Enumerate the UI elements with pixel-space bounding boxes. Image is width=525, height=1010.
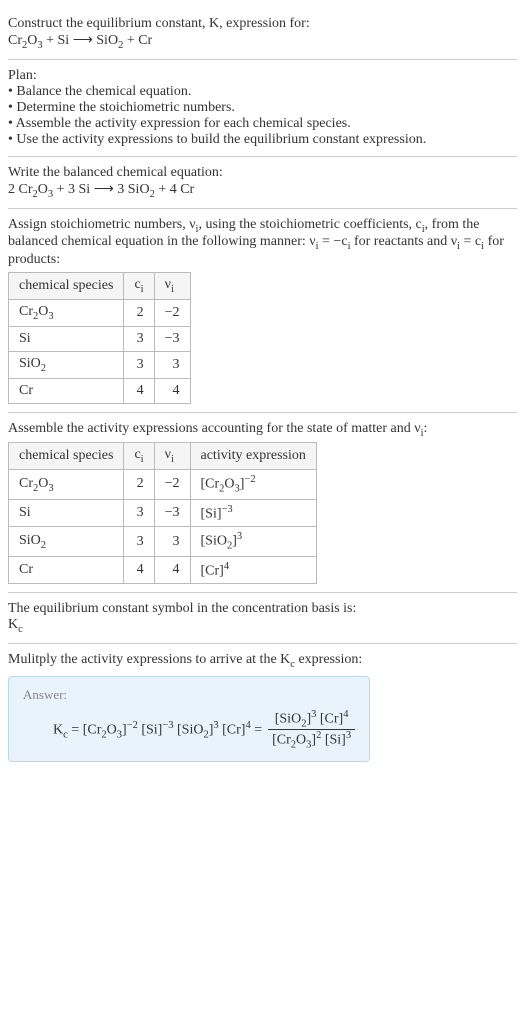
cell-species: Cr bbox=[9, 556, 124, 584]
cell-ci: 3 bbox=[124, 351, 154, 378]
col-species: chemical species bbox=[9, 273, 124, 300]
table-header-row: chemical species ci νi bbox=[9, 273, 191, 300]
cell-ci: 4 bbox=[124, 556, 154, 584]
intro-section: Construct the equilibrium constant, K, e… bbox=[8, 8, 517, 60]
kc-expression: Kc = [Cr2O3]−2 [Si]−3 [SiO2]3 [Cr]4 = [S… bbox=[23, 709, 355, 751]
cell-species: SiO2 bbox=[9, 351, 124, 378]
plan-title: Plan: bbox=[8, 68, 517, 84]
answer-label: Answer: bbox=[23, 687, 355, 703]
answer-box: Answer: Kc = [Cr2O3]−2 [Si]−3 [SiO2]3 [C… bbox=[8, 676, 370, 762]
balanced-reaction: 2 Cr2O3 + 3 Si ⟶ 3 SiO2 + 4 Cr bbox=[8, 181, 517, 200]
col-vi: νi bbox=[154, 273, 190, 300]
cell-ci: 3 bbox=[124, 527, 154, 556]
cell-ci: 3 bbox=[124, 499, 154, 527]
cell-activity: [Si]−3 bbox=[190, 499, 316, 527]
stoich-section: Assign stoichiometric numbers, νi, using… bbox=[8, 209, 517, 413]
kc-lhs: Kc = [Cr2O3]−2 [Si]−3 [SiO2]3 [Cr]4 = bbox=[53, 720, 262, 740]
cell-activity: [SiO2]3 bbox=[190, 527, 316, 556]
activity-section: Assemble the activity expressions accoun… bbox=[8, 413, 517, 594]
kc-fraction: [SiO2]3 [Cr]4 [Cr2O3]2 [Si]3 bbox=[268, 709, 355, 751]
cell-species: SiO2 bbox=[9, 527, 124, 556]
cell-vi: 3 bbox=[154, 527, 190, 556]
table-row: Si 3 −3 [Si]−3 bbox=[9, 499, 317, 527]
col-activity: activity expression bbox=[190, 443, 316, 470]
intro-reaction: Cr2O3 + Si ⟶ SiO2 + Cr bbox=[8, 32, 517, 51]
cell-ci: 3 bbox=[124, 326, 154, 351]
cell-ci: 2 bbox=[124, 470, 154, 499]
kc-denominator: [Cr2O3]2 [Si]3 bbox=[268, 730, 355, 750]
plan-item: • Balance the chemical equation. bbox=[8, 84, 517, 100]
stoich-table: chemical species ci νi Cr2O3 2 −2 Si 3 −… bbox=[8, 272, 191, 403]
balanced-title: Write the balanced chemical equation: bbox=[8, 165, 517, 181]
activity-text: Assemble the activity expressions accoun… bbox=[8, 421, 517, 439]
cell-vi: −2 bbox=[154, 470, 190, 499]
cell-species: Cr2O3 bbox=[9, 299, 124, 326]
basis-section: The equilibrium constant symbol in the c… bbox=[8, 593, 517, 644]
table-row: Cr 4 4 [Cr]4 bbox=[9, 556, 317, 584]
col-ci: ci bbox=[124, 443, 154, 470]
stoich-text: Assign stoichiometric numbers, νi, using… bbox=[8, 217, 517, 269]
kc-numerator: [SiO2]3 [Cr]4 bbox=[268, 709, 355, 730]
col-vi: νi bbox=[154, 443, 190, 470]
table-row: Si 3 −3 bbox=[9, 326, 191, 351]
cell-activity: [Cr2O3]−2 bbox=[190, 470, 316, 499]
final-title: Mulitply the activity expressions to arr… bbox=[8, 652, 517, 670]
table-row: SiO2 3 3 bbox=[9, 351, 191, 378]
table-row: Cr2O3 2 −2 [Cr2O3]−2 bbox=[9, 470, 317, 499]
balanced-section: Write the balanced chemical equation: 2 … bbox=[8, 157, 517, 209]
plan-section: Plan: • Balance the chemical equation. •… bbox=[8, 60, 517, 157]
plan-item: • Determine the stoichiometric numbers. bbox=[8, 100, 517, 116]
cell-vi: 3 bbox=[154, 351, 190, 378]
table-row: SiO2 3 3 [SiO2]3 bbox=[9, 527, 317, 556]
table-header-row: chemical species ci νi activity expressi… bbox=[9, 443, 317, 470]
plan-item: • Assemble the activity expression for e… bbox=[8, 116, 517, 132]
basis-symbol: Kc bbox=[8, 617, 517, 635]
cell-species: Si bbox=[9, 499, 124, 527]
table-row: Cr 4 4 bbox=[9, 378, 191, 403]
cell-vi: −3 bbox=[154, 326, 190, 351]
cell-species: Si bbox=[9, 326, 124, 351]
table-row: Cr2O3 2 −2 bbox=[9, 299, 191, 326]
plan-item: • Use the activity expressions to build … bbox=[8, 132, 517, 148]
cell-vi: 4 bbox=[154, 378, 190, 403]
cell-vi: −3 bbox=[154, 499, 190, 527]
cell-ci: 2 bbox=[124, 299, 154, 326]
cell-ci: 4 bbox=[124, 378, 154, 403]
basis-line1: The equilibrium constant symbol in the c… bbox=[8, 601, 517, 617]
col-ci: ci bbox=[124, 273, 154, 300]
cell-vi: −2 bbox=[154, 299, 190, 326]
final-section: Mulitply the activity expressions to arr… bbox=[8, 644, 517, 770]
cell-species: Cr2O3 bbox=[9, 470, 124, 499]
intro-line1: Construct the equilibrium constant, K, e… bbox=[8, 16, 517, 32]
cell-vi: 4 bbox=[154, 556, 190, 584]
col-species: chemical species bbox=[9, 443, 124, 470]
activity-table: chemical species ci νi activity expressi… bbox=[8, 442, 317, 584]
cell-species: Cr bbox=[9, 378, 124, 403]
cell-activity: [Cr]4 bbox=[190, 556, 316, 584]
